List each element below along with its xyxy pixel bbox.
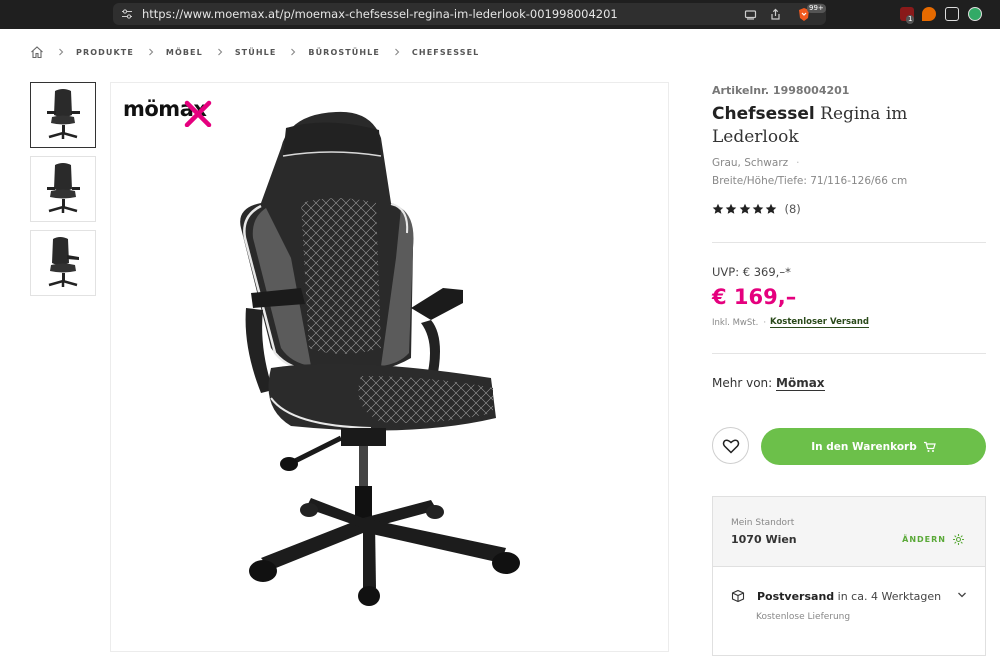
sale-price: € 169,–: [712, 285, 797, 309]
product-title-brand: Chefsessel: [712, 104, 815, 124]
chair-thumbnail-image: [47, 163, 80, 213]
breadcrumb-item-stuehle[interactable]: STÜHLE: [235, 48, 277, 57]
breadcrumb-item-produkte[interactable]: PRODUKTE: [76, 48, 134, 57]
more-from-label: Mehr von:: [712, 376, 773, 390]
tune-icon[interactable]: [121, 8, 133, 20]
more-from-brand: Mehr von: Mömax: [712, 376, 825, 391]
logo-x-mark: [184, 100, 212, 127]
share-icon[interactable]: [769, 8, 782, 21]
extension-icon-3[interactable]: [945, 7, 959, 21]
brand-link[interactable]: Mömax: [776, 376, 825, 391]
extension-icon-4[interactable]: [968, 7, 982, 21]
product-colors: Grau, Schwarz ·: [712, 157, 800, 169]
address-bar[interactable]: https://www.moemax.at/p/moemax-chefsesse…: [113, 3, 826, 25]
store-delivery-box: Mein Standort 1070 Wien ÄNDERN Postversa…: [712, 496, 986, 656]
product-title: Chefsessel Regina im Lederlook: [712, 103, 972, 149]
cart-icon: [923, 441, 936, 452]
store-label: Mein Standort: [731, 518, 795, 528]
change-store-button[interactable]: ÄNDERN: [902, 533, 965, 546]
article-number: Artikelnr. 1998004201: [712, 84, 850, 97]
shipping-title: Postversand in ca. 4 Werktagen: [757, 589, 942, 603]
package-icon: [731, 589, 745, 603]
thumbnail-3[interactable]: [30, 230, 96, 296]
shield-badge: 99+: [807, 4, 826, 13]
chair-thumbnail-image: [47, 89, 80, 139]
product-image-area[interactable]: mömax: [110, 82, 669, 652]
star-icon: [725, 203, 737, 214]
chevron-right-icon: [395, 48, 400, 56]
store-name: 1070 Wien: [731, 533, 797, 546]
browser-toolbar: https://www.moemax.at/p/moemax-chefsesse…: [0, 0, 1000, 29]
heart-icon: [722, 439, 739, 454]
product-dimensions: Breite/Höhe/Tiefe: 71/116-126/66 cm: [712, 175, 908, 187]
chevron-right-icon: [291, 48, 296, 56]
vat-note: Inkl. MwSt.: [712, 317, 759, 328]
chevron-right-icon: [59, 48, 64, 56]
divider: [712, 353, 986, 354]
star-icon: [712, 203, 724, 214]
home-icon[interactable]: [30, 45, 44, 59]
add-to-cart-button[interactable]: In den Warenkorb: [761, 428, 986, 465]
thumbnail-1[interactable]: [30, 82, 96, 148]
chevron-down-icon[interactable]: [957, 591, 967, 599]
review-count[interactable]: (8): [784, 202, 800, 216]
breadcrumb: PRODUKTE MÖBEL STÜHLE BÜROSTÜHLE CHEFSES…: [30, 44, 479, 60]
vat-shipping-info: Inkl. MwSt. · Kostenloser Versand: [712, 317, 869, 328]
shipping-subtitle: Kostenlose Lieferung: [756, 612, 851, 622]
change-store-label: ÄNDERN: [902, 535, 946, 544]
divider: [712, 242, 986, 243]
breadcrumb-item-chefsessel[interactable]: CHEFSESSEL: [412, 48, 479, 57]
add-to-cart-label: In den Warenkorb: [811, 440, 917, 453]
url-text[interactable]: https://www.moemax.at/p/moemax-chefsesse…: [142, 7, 618, 21]
screen-icon[interactable]: [744, 8, 757, 21]
moemax-logo: mömax: [123, 97, 213, 127]
gear-icon: [953, 534, 964, 545]
uvp-price: UVP: € 369,–*: [712, 265, 791, 279]
chair-thumbnail-image: [48, 237, 79, 287]
extension-icon-2[interactable]: [922, 7, 936, 21]
chevron-right-icon: [149, 48, 154, 56]
star-icon: [739, 203, 750, 214]
chevron-right-icon: [217, 48, 223, 56]
free-shipping-link[interactable]: Kostenloser Versand: [770, 317, 869, 328]
store-location-header: Mein Standort 1070 Wien ÄNDERN: [713, 497, 985, 567]
rating-stars[interactable]: (8): [712, 202, 801, 216]
shipping-option[interactable]: Postversand in ca. 4 Werktagen: [731, 589, 941, 603]
breadcrumb-item-buerostuehle[interactable]: BÜROSTÜHLE: [308, 48, 380, 57]
star-icon: [765, 203, 777, 214]
thumbnail-2[interactable]: [30, 156, 96, 222]
office-chair-image: [240, 111, 520, 606]
wishlist-button[interactable]: [712, 427, 749, 464]
star-icon: [752, 203, 764, 214]
breadcrumb-item-moebel[interactable]: MÖBEL: [166, 48, 203, 57]
extension-badge: 1: [906, 15, 915, 24]
